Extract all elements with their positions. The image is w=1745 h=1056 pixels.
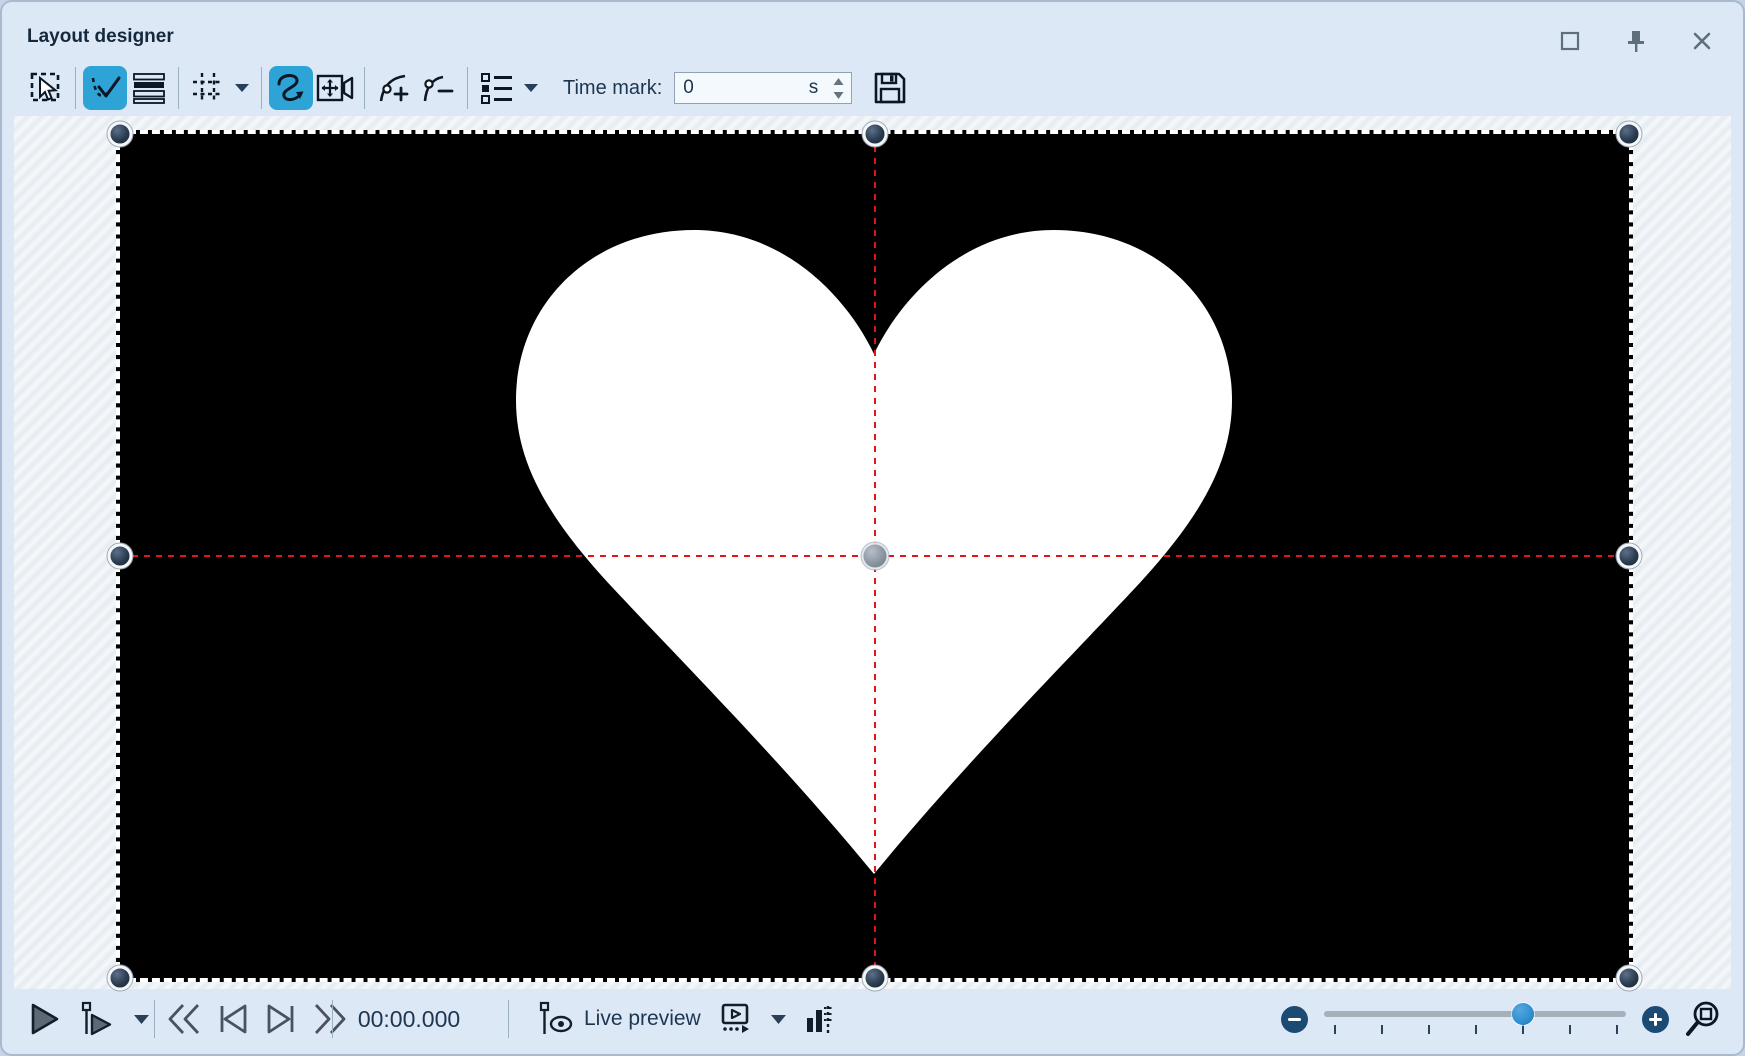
go-to-end-button[interactable]: [312, 1002, 348, 1036]
zoom-out-button[interactable]: [1281, 1006, 1308, 1033]
maximize-button[interactable]: [1557, 28, 1583, 54]
chevron-down-icon: [233, 82, 251, 94]
titlebar: Layout designer: [2, 2, 1743, 58]
pan-camera-icon: [314, 70, 356, 106]
handle-bottom-left[interactable]: [108, 966, 133, 991]
spinner-up-icon[interactable]: [832, 77, 845, 86]
handle-middle-left[interactable]: [108, 544, 133, 569]
next-frame-button[interactable]: [264, 1002, 298, 1036]
pin-icon: [1625, 29, 1647, 53]
vertex-select-icon: [86, 69, 124, 107]
save-floppy-icon: [871, 69, 909, 107]
add-point-icon: [375, 69, 413, 107]
handle-center[interactable]: [861, 543, 888, 570]
preview-options-dropdown[interactable]: [769, 1013, 788, 1026]
layer-order-tool-button[interactable]: [127, 66, 171, 110]
transform-projection-tool-button[interactable]: [313, 66, 357, 110]
close-icon: [1691, 30, 1713, 52]
play-options-dropdown[interactable]: [132, 1013, 151, 1026]
handle-top-right[interactable]: [1617, 122, 1642, 147]
toolbar-separator: [178, 67, 179, 109]
chevron-down-icon: [522, 82, 540, 94]
add-point-tool-button[interactable]: [372, 66, 416, 110]
select-tool-button[interactable]: [24, 66, 68, 110]
output-levels-button[interactable]: [804, 1000, 834, 1038]
handle-middle-right[interactable]: [1617, 544, 1642, 569]
freehand-curve-icon: [272, 69, 310, 107]
select-cursor-icon: [28, 70, 64, 106]
handle-bottom-right[interactable]: [1617, 966, 1642, 991]
save-button[interactable]: [868, 66, 912, 110]
bottom-separator: [154, 1000, 155, 1038]
stacked-lines-icon: [130, 70, 168, 106]
design-area: [14, 116, 1731, 989]
toolbar-separator: [261, 67, 262, 109]
live-preview-icon[interactable]: [538, 1000, 574, 1038]
zoom-slider-track[interactable]: [1324, 1011, 1626, 1017]
freehand-draw-tool-button[interactable]: [269, 66, 313, 110]
time-mark-group: Time mark: s: [563, 66, 912, 110]
grid-settings-button[interactable]: [186, 66, 230, 110]
list-icon: [478, 69, 516, 107]
zoom-controls: [1281, 990, 1723, 1048]
time-mark-label: Time mark:: [563, 77, 662, 100]
toolbar-separator: [364, 67, 365, 109]
zoom-in-button[interactable]: [1642, 1006, 1669, 1033]
pin-button[interactable]: [1623, 28, 1649, 54]
go-to-start-button[interactable]: [166, 1002, 202, 1036]
zoom-fit-button[interactable]: [1683, 997, 1723, 1041]
render-preview-button[interactable]: [715, 999, 755, 1039]
toolbar-separator: [75, 67, 76, 109]
grid-icon: [189, 69, 227, 107]
time-mark-input[interactable]: [683, 77, 809, 99]
grid-settings-dropdown[interactable]: [230, 66, 254, 110]
handle-top-left[interactable]: [108, 122, 133, 147]
display-options-dropdown[interactable]: [519, 66, 543, 110]
zoom-slider[interactable]: [1324, 999, 1626, 1039]
time-display: 00:00.000: [344, 990, 474, 1048]
magnifier-fit-icon: [1684, 999, 1722, 1039]
zoom-slider-thumb[interactable]: [1512, 1003, 1534, 1025]
previous-frame-button[interactable]: [216, 1002, 250, 1036]
bottom-separator: [508, 1000, 509, 1038]
window-title: Layout designer: [27, 26, 174, 48]
time-mark-field[interactable]: s: [674, 72, 852, 104]
bottom-separator: [332, 1000, 333, 1038]
remove-point-icon: [419, 69, 457, 107]
playback-bar: 00:00.000 Live preview: [14, 990, 1731, 1048]
handle-bottom-center[interactable]: [862, 966, 887, 991]
live-preview-label: Live preview: [584, 1007, 701, 1031]
display-options-button[interactable]: [475, 66, 519, 110]
remove-point-tool-button[interactable]: [416, 66, 460, 110]
spinner-down-icon[interactable]: [832, 91, 845, 100]
time-mark-unit: s: [809, 77, 819, 99]
close-button[interactable]: [1689, 28, 1715, 54]
projection-canvas[interactable]: [116, 130, 1633, 982]
toolbar: Time mark: s: [14, 60, 1731, 116]
play-button[interactable]: [28, 1001, 60, 1037]
layout-designer-window: Layout designer: [0, 0, 1745, 1056]
handle-top-center[interactable]: [862, 122, 887, 147]
toolbar-separator: [467, 67, 468, 109]
vertex-select-tool-button[interactable]: [83, 66, 127, 110]
play-from-time-mark-button[interactable]: [78, 1000, 114, 1038]
